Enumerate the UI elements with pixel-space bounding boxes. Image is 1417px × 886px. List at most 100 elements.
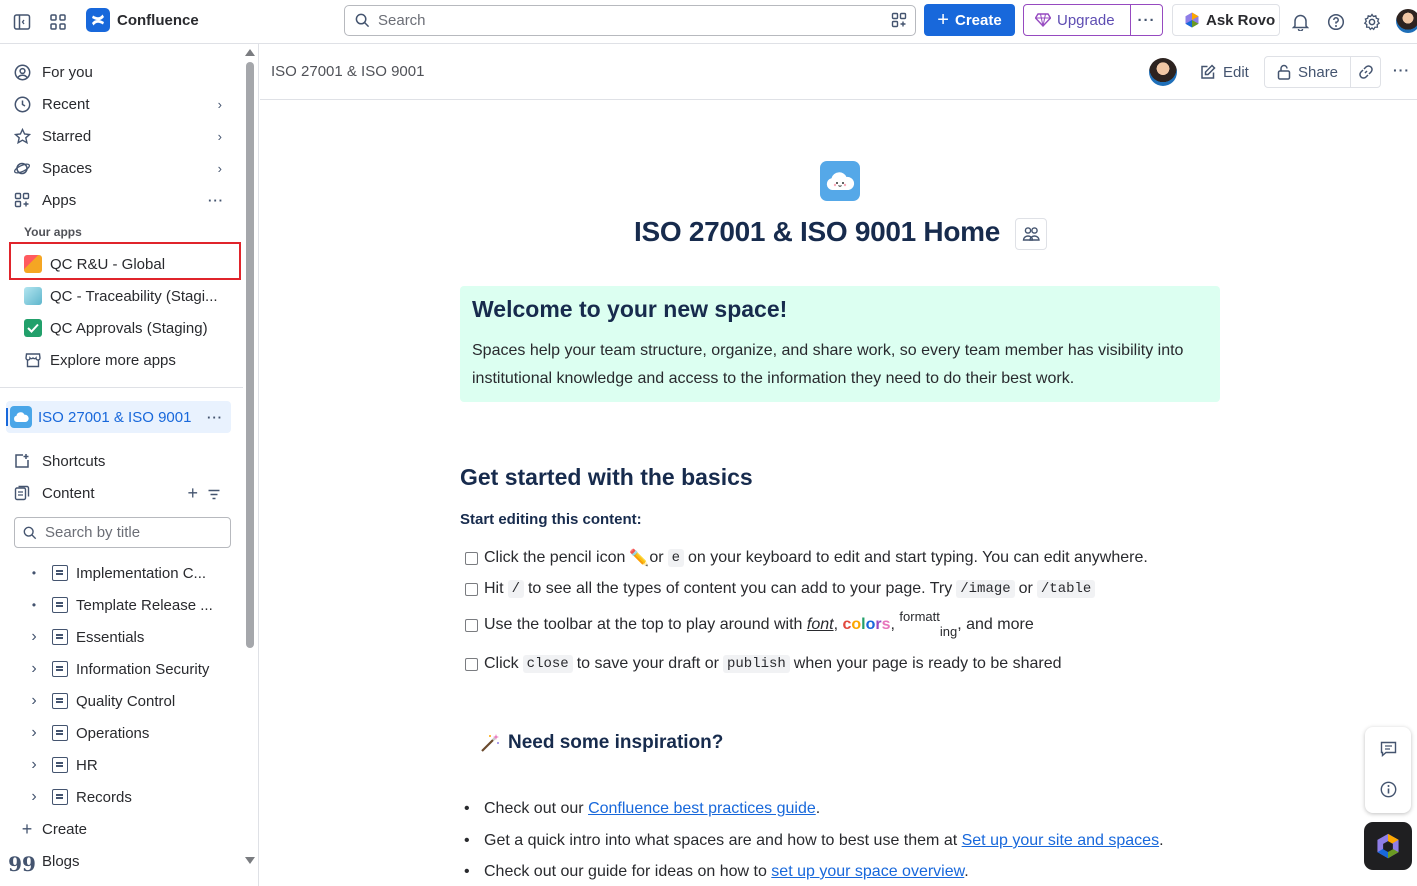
shortcut-icon bbox=[12, 451, 32, 471]
global-search-input[interactable]: Search bbox=[344, 5, 916, 36]
sidebar-item-content[interactable]: Content + bbox=[8, 478, 230, 508]
scroll-down-arrow[interactable] bbox=[245, 857, 255, 864]
pencil-icon bbox=[1201, 64, 1216, 79]
confluence-logo[interactable]: Confluence bbox=[86, 8, 199, 32]
chevron-right-icon[interactable]: › bbox=[22, 756, 46, 774]
sidebar-item-shortcuts[interactable]: Shortcuts bbox=[8, 446, 230, 476]
tree-item[interactable]: › Operations bbox=[22, 719, 234, 747]
tree-item[interactable]: › Quality Control bbox=[22, 687, 234, 715]
user-circle-icon bbox=[12, 62, 32, 82]
sidebar-toggle-icon[interactable] bbox=[10, 10, 34, 34]
scrollbar-thumb[interactable] bbox=[246, 62, 254, 648]
rovo-chat-button[interactable] bbox=[1364, 822, 1412, 870]
create-label: Create bbox=[954, 11, 1002, 29]
page-title: ISO 27001 & ISO 9001 Home bbox=[634, 216, 1001, 247]
collaborator-avatar[interactable] bbox=[1149, 58, 1177, 86]
sidebar-item-recent[interactable]: Recent › bbox=[8, 89, 230, 119]
setup-site-link[interactable]: Set up your site and spaces bbox=[962, 832, 1159, 849]
create-page-button[interactable]: + Create bbox=[20, 814, 242, 844]
chevron-right-icon[interactable]: › bbox=[22, 788, 46, 806]
page-more-actions-button[interactable]: ··· bbox=[1393, 62, 1410, 78]
share-button[interactable]: Share bbox=[1265, 57, 1351, 87]
task-checkbox[interactable] bbox=[465, 582, 478, 596]
chevron-right-icon[interactable]: › bbox=[22, 660, 46, 678]
task-text: , bbox=[833, 616, 843, 633]
tree-item-label: Essentials bbox=[76, 628, 145, 646]
tree-item[interactable]: › Records bbox=[22, 783, 234, 811]
search-filter-icon[interactable] bbox=[891, 12, 907, 28]
page-icon bbox=[52, 757, 68, 773]
breadcrumb[interactable]: ISO 27001 & ISO 9001 bbox=[271, 63, 424, 80]
create-button[interactable]: + Create bbox=[924, 4, 1015, 36]
tree-item[interactable]: • Template Release ... bbox=[22, 591, 234, 619]
list-item-text: . bbox=[1159, 832, 1164, 849]
copy-link-button[interactable] bbox=[1351, 57, 1380, 87]
chevron-right-icon[interactable]: › bbox=[22, 724, 46, 742]
app-label: QC Approvals (Staging) bbox=[50, 319, 208, 337]
task-checkbox[interactable] bbox=[465, 618, 478, 632]
space-item-selected[interactable]: ISO 27001 & ISO 9001 ··· bbox=[6, 401, 231, 433]
tree-item-label: Quality Control bbox=[76, 692, 176, 710]
page-icon bbox=[52, 565, 68, 581]
app-label: QC - Traceability (Stagi... bbox=[50, 287, 218, 305]
task-text: , and more bbox=[957, 616, 1034, 633]
sidebar-item-apps[interactable]: Apps ··· bbox=[8, 185, 230, 215]
space-more-button[interactable]: ··· bbox=[207, 410, 223, 425]
ask-rovo-label: Ask Rovo bbox=[1206, 11, 1276, 29]
tree-item[interactable]: › HR bbox=[22, 751, 234, 779]
app-item-qc-approvals[interactable]: QC Approvals (Staging) bbox=[14, 313, 236, 343]
space-name: ISO 27001 & ISO 9001 bbox=[38, 408, 192, 426]
tree-item-label: HR bbox=[76, 756, 98, 774]
ask-rovo-button[interactable]: Ask Rovo bbox=[1172, 4, 1280, 36]
sidebar-item-blogs[interactable]: 99 Blogs bbox=[8, 846, 230, 876]
info-icon[interactable] bbox=[1378, 779, 1398, 799]
subscript-example: ing bbox=[939, 623, 958, 639]
tree-item-label: Implementation C... bbox=[76, 564, 207, 582]
task-checkbox[interactable] bbox=[465, 657, 478, 671]
task-checkbox[interactable] bbox=[465, 551, 478, 565]
app-item-qc-traceability[interactable]: QC - Traceability (Stagi... bbox=[14, 281, 236, 311]
tree-item-label: Operations bbox=[76, 724, 150, 742]
help-icon[interactable] bbox=[1324, 10, 1348, 34]
sidebar-item-starred[interactable]: Starred › bbox=[8, 121, 230, 151]
chevron-right-icon[interactable]: › bbox=[22, 628, 46, 646]
tree-item[interactable]: › Essentials bbox=[22, 623, 234, 651]
search-by-title-input[interactable]: Search by title bbox=[14, 517, 231, 548]
edit-button[interactable]: Edit bbox=[1200, 56, 1249, 88]
upgrade-more-button[interactable]: ··· bbox=[1131, 12, 1162, 29]
app-name: Confluence bbox=[117, 11, 199, 29]
apps-more-button[interactable]: ··· bbox=[208, 193, 224, 208]
task-text: or bbox=[1018, 580, 1033, 597]
notifications-bell-icon[interactable] bbox=[1288, 10, 1312, 34]
settings-gear-icon[interactable] bbox=[1360, 10, 1384, 34]
scroll-up-arrow[interactable] bbox=[245, 49, 255, 56]
space-overview-link[interactable]: set up your space overview bbox=[771, 863, 964, 880]
chevron-right-icon[interactable]: › bbox=[22, 692, 46, 710]
tree-item[interactable]: • Implementation C... bbox=[22, 559, 234, 587]
app-switcher-icon[interactable] bbox=[46, 10, 70, 34]
tree-item-label: Template Release ... bbox=[76, 596, 213, 614]
traceability-app-icon bbox=[24, 287, 42, 305]
sidebar-item-for-you[interactable]: For you bbox=[8, 57, 230, 87]
app-item-explore-more-apps[interactable]: Explore more apps bbox=[14, 345, 236, 375]
tree-item[interactable]: › Information Security bbox=[22, 655, 234, 683]
inline-code: /table bbox=[1036, 580, 1096, 598]
upgrade-button[interactable]: Upgrade bbox=[1024, 5, 1131, 35]
sidebar-item-label: Recent bbox=[42, 95, 90, 113]
add-content-plus-icon[interactable]: + bbox=[187, 483, 198, 504]
filter-icon[interactable] bbox=[208, 487, 220, 504]
sidebar-item-spaces[interactable]: Spaces › bbox=[8, 153, 230, 183]
your-apps-label: Your apps bbox=[24, 225, 82, 239]
create-label: Create bbox=[42, 820, 88, 838]
comment-icon[interactable] bbox=[1378, 739, 1398, 759]
contributors-icon[interactable] bbox=[1015, 218, 1047, 250]
upgrade-button-group: Upgrade ··· bbox=[1023, 4, 1163, 36]
sidebar-item-label: For you bbox=[42, 63, 93, 81]
inline-code: publish bbox=[722, 655, 790, 673]
chevron-right-icon[interactable]: › bbox=[218, 161, 222, 176]
chevron-right-icon[interactable]: › bbox=[218, 97, 222, 112]
best-practices-link[interactable]: Confluence best practices guide bbox=[588, 800, 816, 817]
user-avatar[interactable] bbox=[1396, 9, 1417, 33]
cloud-emoji-icon[interactable] bbox=[820, 161, 860, 201]
chevron-right-icon[interactable]: › bbox=[218, 129, 222, 144]
